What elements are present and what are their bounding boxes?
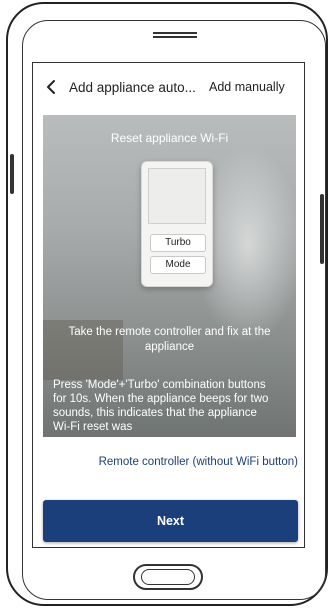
- illustration-heading: Reset appliance Wi-Fi: [110, 131, 229, 145]
- next-button[interactable]: Next: [43, 500, 298, 542]
- remote-display: [148, 168, 206, 224]
- volume-button: [10, 154, 14, 194]
- page-title: Add appliance auto...: [69, 79, 196, 95]
- add-manually-link[interactable]: Add manually: [209, 80, 285, 94]
- instruction-text: Take the remote controller and fix at th…: [68, 326, 271, 353]
- remote-controller-link[interactable]: Remote controller (without WiFi button): [33, 456, 304, 468]
- mode-button-label: Mode: [150, 256, 206, 274]
- remote-controller-image: Turbo Mode: [141, 161, 213, 287]
- app-screen: Add appliance auto... Add manually Reset…: [32, 62, 305, 548]
- chevron-left-icon[interactable]: [39, 75, 63, 99]
- reset-wifi-illustration: Reset appliance Wi-Fi Turbo Mode Take th…: [43, 115, 296, 437]
- speaker-grille: [153, 32, 197, 34]
- app-header: Add appliance auto... Add manually: [33, 63, 304, 111]
- turbo-button-label: Turbo: [150, 234, 206, 252]
- home-button: [133, 564, 203, 590]
- detail-text: Press 'Mode'+'Turbo' combination buttons…: [53, 379, 269, 433]
